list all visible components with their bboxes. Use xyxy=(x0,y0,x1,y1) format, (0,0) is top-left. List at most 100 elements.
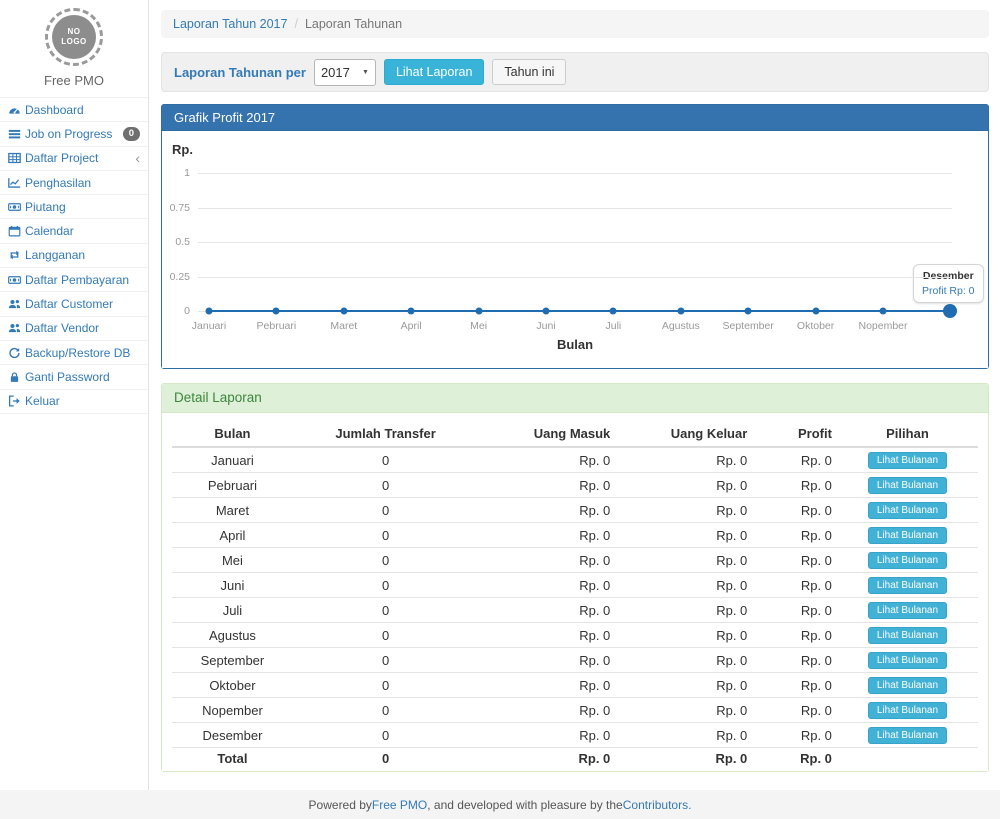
table-row: Januari 0 Rp. 0 Rp. 0 Rp. 0 Lihat Bulana… xyxy=(172,447,978,473)
data-point-desember[interactable] xyxy=(943,304,957,318)
chart-panel-title: Grafik Profit 2017 xyxy=(162,105,988,131)
cell-jumlah-transfer: 0 xyxy=(293,623,478,648)
cell-profit: Rp. 0 xyxy=(752,598,837,623)
x-tick-label: Agustus xyxy=(662,320,700,332)
lihat-bulanan-button[interactable]: Lihat Bulanan xyxy=(868,502,947,519)
lihat-bulanan-button[interactable]: Lihat Bulanan xyxy=(868,602,947,619)
cell-uang-masuk: Rp. 0 xyxy=(478,698,615,723)
cell-bulan: April xyxy=(172,523,293,548)
cell-jumlah-transfer: 0 xyxy=(293,573,478,598)
data-point-mei[interactable] xyxy=(475,308,482,315)
sidebar-nav: Dashboard Job on Progress 0 Daftar Proje… xyxy=(0,97,148,414)
breadcrumb: Laporan Tahun 2017 / Laporan Tahunan xyxy=(161,10,989,38)
data-point-juni[interactable] xyxy=(543,308,550,315)
tahun-ini-button[interactable]: Tahun ini xyxy=(492,59,566,85)
cell-profit: Rp. 0 xyxy=(752,648,837,673)
data-point-januari[interactable] xyxy=(206,308,213,315)
sidebar-item[interactable]: Keluar xyxy=(0,390,148,414)
cell-profit: Rp. 0 xyxy=(752,623,837,648)
year-select[interactable]: 2017 ▼ xyxy=(314,59,376,86)
total-profit: Rp. 0 xyxy=(752,748,837,770)
data-point-juli[interactable] xyxy=(610,308,617,315)
sidebar-item[interactable]: Daftar Customer xyxy=(0,292,148,316)
sign-out-icon xyxy=(8,395,25,408)
table-row: Pebruari 0 Rp. 0 Rp. 0 Rp. 0 Lihat Bulan… xyxy=(172,473,978,498)
data-point-maret[interactable] xyxy=(340,308,347,315)
y-tick-label: 0.5 xyxy=(162,236,190,248)
cell-uang-masuk: Rp. 0 xyxy=(478,498,615,523)
table-row: Oktober 0 Rp. 0 Rp. 0 Rp. 0 Lihat Bulana… xyxy=(172,673,978,698)
lihat-bulanan-button[interactable]: Lihat Bulanan xyxy=(868,452,947,469)
lihat-bulanan-button[interactable]: Lihat Bulanan xyxy=(868,627,947,644)
breadcrumb-current: Laporan Tahunan xyxy=(305,17,402,31)
data-point-nopember[interactable] xyxy=(880,308,887,315)
sidebar-item[interactable]: Daftar Pembayaran xyxy=(0,268,148,292)
y-tick-label: 0 xyxy=(162,305,190,317)
money-icon xyxy=(8,273,25,286)
sidebar-item-label: Penghasilan xyxy=(25,176,91,190)
lihat-bulanan-button[interactable]: Lihat Bulanan xyxy=(868,702,947,719)
sidebar-item-label: Backup/Restore DB xyxy=(25,346,130,360)
free-pmo-link[interactable]: Free PMO xyxy=(372,798,427,812)
table-row: Agustus 0 Rp. 0 Rp. 0 Rp. 0 Lihat Bulana… xyxy=(172,623,978,648)
gridline xyxy=(198,277,952,278)
cell-uang-keluar: Rp. 0 xyxy=(615,648,752,673)
x-tick-label: April xyxy=(401,320,422,332)
cell-jumlah-transfer: 0 xyxy=(293,523,478,548)
lihat-bulanan-button[interactable]: Lihat Bulanan xyxy=(868,727,947,744)
sidebar-item[interactable]: Calendar xyxy=(0,219,148,243)
contributors-link[interactable]: Contributors. xyxy=(623,798,692,812)
sidebar-item[interactable]: Daftar Project ‹ xyxy=(0,147,148,171)
sidebar-item[interactable]: Dashboard xyxy=(0,98,148,122)
lihat-bulanan-button[interactable]: Lihat Bulanan xyxy=(868,652,947,669)
data-point-oktober[interactable] xyxy=(812,308,819,315)
logo: NO LOGO Free PMO xyxy=(0,0,148,88)
sidebar-item[interactable]: Piutang xyxy=(0,195,148,219)
cell-bulan: Oktober xyxy=(172,673,293,698)
profit-chart-plot: Rp. Bulan Desember Profit Rp: 0 00.250.5… xyxy=(162,131,988,368)
cell-uang-masuk: Rp. 0 xyxy=(478,623,615,648)
sidebar-item[interactable]: Backup/Restore DB xyxy=(0,341,148,365)
data-point-september[interactable] xyxy=(745,308,752,315)
sidebar: NO LOGO Free PMO Dashboard Job on Progre… xyxy=(0,0,149,790)
cell-profit: Rp. 0 xyxy=(752,523,837,548)
cell-uang-keluar: Rp. 0 xyxy=(615,598,752,623)
col-pilihan: Pilihan xyxy=(837,421,978,447)
sidebar-item[interactable]: Ganti Password xyxy=(0,365,148,389)
lihat-laporan-button[interactable]: Lihat Laporan xyxy=(384,59,484,85)
filter-label: Laporan Tahunan per xyxy=(174,65,306,80)
gridline xyxy=(198,173,952,174)
cell-bulan: Juli xyxy=(172,598,293,623)
cell-profit: Rp. 0 xyxy=(752,723,837,748)
sidebar-item[interactable]: Langganan xyxy=(0,244,148,268)
cell-uang-keluar: Rp. 0 xyxy=(615,498,752,523)
lihat-bulanan-button[interactable]: Lihat Bulanan xyxy=(868,477,947,494)
cell-jumlah-transfer: 0 xyxy=(293,473,478,498)
cell-jumlah-transfer: 0 xyxy=(293,698,478,723)
table-row: Juni 0 Rp. 0 Rp. 0 Rp. 0 Lihat Bulanan xyxy=(172,573,978,598)
data-point-agustus[interactable] xyxy=(677,308,684,315)
cell-uang-keluar: Rp. 0 xyxy=(615,623,752,648)
x-tick-label: Pebruari xyxy=(257,320,297,332)
lihat-bulanan-button[interactable]: Lihat Bulanan xyxy=(868,577,947,594)
lihat-bulanan-button[interactable]: Lihat Bulanan xyxy=(868,527,947,544)
table-row: Mei 0 Rp. 0 Rp. 0 Rp. 0 Lihat Bulanan xyxy=(172,548,978,573)
lihat-bulanan-button[interactable]: Lihat Bulanan xyxy=(868,677,947,694)
sidebar-item[interactable]: Daftar Vendor xyxy=(0,317,148,341)
cell-profit: Rp. 0 xyxy=(752,698,837,723)
breadcrumb-link[interactable]: Laporan Tahun 2017 xyxy=(173,17,287,31)
table-row: Juli 0 Rp. 0 Rp. 0 Rp. 0 Lihat Bulanan xyxy=(172,598,978,623)
table-header-row: Bulan Jumlah Transfer Uang Masuk Uang Ke… xyxy=(172,421,978,447)
table-row: Desember 0 Rp. 0 Rp. 0 Rp. 0 Lihat Bulan… xyxy=(172,723,978,748)
x-tick-label: Oktober xyxy=(797,320,834,332)
cell-jumlah-transfer: 0 xyxy=(293,498,478,523)
users-icon xyxy=(8,322,25,335)
lihat-bulanan-button[interactable]: Lihat Bulanan xyxy=(868,552,947,569)
sidebar-item-label: Daftar Pembayaran xyxy=(25,273,129,287)
sidebar-item[interactable]: Penghasilan xyxy=(0,171,148,195)
data-point-april[interactable] xyxy=(408,308,415,315)
sidebar-item[interactable]: Job on Progress 0 xyxy=(0,122,148,146)
cell-jumlah-transfer: 0 xyxy=(293,648,478,673)
count-badge: 0 xyxy=(123,127,140,141)
data-point-pebruari[interactable] xyxy=(273,308,280,315)
